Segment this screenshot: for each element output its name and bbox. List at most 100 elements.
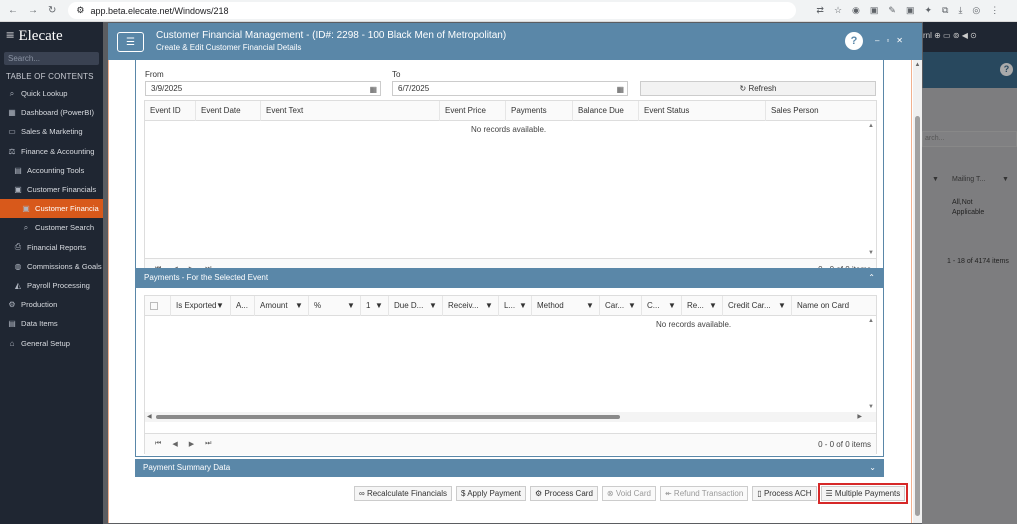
brand[interactable]: ≡ Elecate <box>0 22 103 50</box>
collapse-icon[interactable]: ⌃ <box>868 269 875 287</box>
translate-icon[interactable]: ⇄ <box>816 5 824 16</box>
extension-icon[interactable]: ▣ <box>906 5 915 16</box>
sidebar-search-input[interactable]: Search... <box>4 52 99 65</box>
col-header[interactable]: Name on Card <box>792 296 868 316</box>
filter-icon[interactable]: ▼ <box>519 296 527 316</box>
grid-vscroll[interactable]: ▲ ▼ <box>866 121 876 258</box>
refund-transaction-button[interactable]: ↞ Refund Transaction <box>659 486 749 501</box>
to-date-input[interactable]: 6/7/2025 ▦ <box>392 81 628 96</box>
col-header[interactable]: Amount ▼ <box>255 296 309 316</box>
filter-icon[interactable]: ▼ <box>216 296 224 316</box>
filter-icon[interactable]: ▼ <box>628 296 636 316</box>
col-header[interactable]: Payments <box>506 101 573 121</box>
extension-icon[interactable]: ◉ <box>852 5 860 16</box>
sidebar-item[interactable]: ⌂ General Setup <box>0 333 103 352</box>
scroll-up-icon[interactable]: ▲ <box>866 123 876 129</box>
col-header[interactable]: C... ▼ <box>642 296 682 316</box>
refresh-button[interactable]: ↻ Refresh <box>640 81 876 96</box>
sidebar-item[interactable]: ⚖ Finance & Accounting <box>0 142 103 161</box>
first-page-icon[interactable]: ⏮ <box>155 440 161 448</box>
scroll-down-icon[interactable]: ▼ <box>866 404 876 410</box>
grid-hscroll[interactable]: ◀ ▶ <box>145 412 876 422</box>
maximize-icon[interactable]: ▫ <box>886 36 889 45</box>
scroll-right-icon[interactable]: ▶ <box>857 413 862 420</box>
profile-icon[interactable]: ◎ <box>972 5 980 16</box>
bg-help-icon[interactable]: ? <box>1000 63 1013 76</box>
col-header[interactable]: Event Date <box>196 101 261 121</box>
scroll-down-icon[interactable]: ▼ <box>866 250 876 256</box>
download-icon[interactable]: ⤓ <box>958 5 962 16</box>
recalculate-financials-button[interactable]: ∞ Recalculate Financials <box>354 486 452 501</box>
from-date-input[interactable]: 3/9/2025 ▦ <box>145 81 381 96</box>
forward-icon[interactable]: → <box>28 5 38 16</box>
col-header[interactable]: 1 ▼ <box>361 296 389 316</box>
filter-icon[interactable]: ▼ <box>429 296 437 316</box>
col-header[interactable]: Event Price <box>440 101 506 121</box>
process-card-button[interactable]: ⚙ Process Card <box>530 486 598 501</box>
extension-icon[interactable]: ✦ <box>924 5 932 16</box>
expand-icon[interactable]: ⌄ <box>869 459 876 477</box>
next-page-icon[interactable]: ▶ <box>189 440 194 448</box>
scroll-up-icon[interactable]: ▲ <box>866 318 876 324</box>
sidebar-item[interactable]: ▦ Dashboard (PowerBI) <box>0 103 103 122</box>
sidebar-item[interactable]: ⌕ Quick Lookup <box>0 84 103 103</box>
col-header[interactable]: Due D... ▼ <box>389 296 443 316</box>
modal-scroll-thumb[interactable] <box>915 116 920 516</box>
grid-vscroll[interactable]: ▲ ▼ <box>866 316 876 412</box>
col-header[interactable]: Is Exported ▼ <box>171 296 231 316</box>
col-header[interactable]: A... <box>231 296 255 316</box>
filter-icon[interactable]: ▼ <box>295 296 303 316</box>
prev-page-icon[interactable]: ◀ <box>172 440 177 448</box>
menu-icon[interactable]: ⋮ <box>990 5 999 16</box>
bg-filter-icon[interactable]: ▼ <box>932 176 939 183</box>
address-bar[interactable]: ⚙ app.beta.elecate.net/Windows/218 <box>68 2 797 19</box>
sidebar-item[interactable]: ▣ Customer Financia <box>0 199 103 219</box>
col-header[interactable]: L... ▼ <box>499 296 532 316</box>
bg-col-header[interactable]: Mailing T... <box>952 176 985 183</box>
filter-icon[interactable]: ▼ <box>375 296 383 316</box>
reload-icon[interactable]: ↻ <box>48 5 56 16</box>
col-header[interactable]: Receiv... ▼ <box>443 296 499 316</box>
calendar-icon[interactable]: ▦ <box>369 83 377 96</box>
filter-icon[interactable]: ▼ <box>485 296 493 316</box>
col-header[interactable]: % ▼ <box>309 296 361 316</box>
close-icon[interactable]: ✕ <box>896 36 903 45</box>
col-header[interactable]: Method ▼ <box>532 296 600 316</box>
scroll-up-icon[interactable]: ▲ <box>913 62 922 68</box>
checkbox-icon[interactable] <box>150 301 158 310</box>
pen-icon[interactable]: ✎ <box>888 5 896 16</box>
col-header[interactable]: Sales Person <box>766 101 868 121</box>
sidebar-item[interactable]: ⎙ Financial Reports <box>0 238 103 257</box>
hamburger-icon[interactable]: ≡ <box>6 28 14 45</box>
help-icon[interactable]: ? <box>845 32 863 50</box>
calendar-icon[interactable]: ▦ <box>616 83 624 96</box>
last-page-icon[interactable]: ⏭ <box>205 440 211 448</box>
sidebar-item[interactable]: ◍ Commissions & Goals <box>0 257 103 276</box>
filter-icon[interactable]: ▼ <box>347 296 355 316</box>
back-icon[interactable]: ← <box>8 5 18 16</box>
sidebar-item[interactable]: ▤ Accounting Tools <box>0 161 103 180</box>
col-header[interactable]: Balance Due <box>573 101 639 121</box>
col-header[interactable]: Event ID <box>145 101 196 121</box>
col-header[interactable]: Car... ▼ <box>600 296 642 316</box>
col-header[interactable]: Event Status <box>639 101 766 121</box>
scroll-left-icon[interactable]: ◀ <box>147 413 152 420</box>
bg-search-field[interactable]: arch... <box>922 131 1017 147</box>
hscroll-thumb[interactable] <box>156 415 620 419</box>
puzzle-icon[interactable]: ⧉ <box>942 5 948 16</box>
sidebar-item[interactable]: ◭ Payroll Processing <box>0 276 103 295</box>
process-ach-button[interactable]: ▯ Process ACH <box>752 486 817 501</box>
sidebar-item[interactable]: ▭ Sales & Marketing <box>0 122 103 141</box>
col-header[interactable]: Event Text <box>261 101 440 121</box>
bg-filter-icon[interactable]: ▼ <box>1002 176 1009 183</box>
filter-icon[interactable]: ▼ <box>668 296 676 316</box>
void-card-button[interactable]: ⊗ Void Card <box>601 486 656 501</box>
sidebar-item[interactable]: ⚙ Production <box>0 295 103 314</box>
extension-icon[interactable]: ▣ <box>870 5 879 16</box>
modal-vscroll[interactable]: ▲ <box>913 60 922 523</box>
sidebar-item[interactable]: ▣ Customer Financials <box>0 180 103 199</box>
sidebar-item[interactable]: ⌕ Customer Search <box>0 218 103 237</box>
payments-section-header[interactable]: Payments - For the Selected Event ⌃ <box>136 269 883 287</box>
minimize-icon[interactable]: – <box>875 36 879 45</box>
multiple-payments-button[interactable]: ☰ Multiple Payments <box>817 483 909 504</box>
